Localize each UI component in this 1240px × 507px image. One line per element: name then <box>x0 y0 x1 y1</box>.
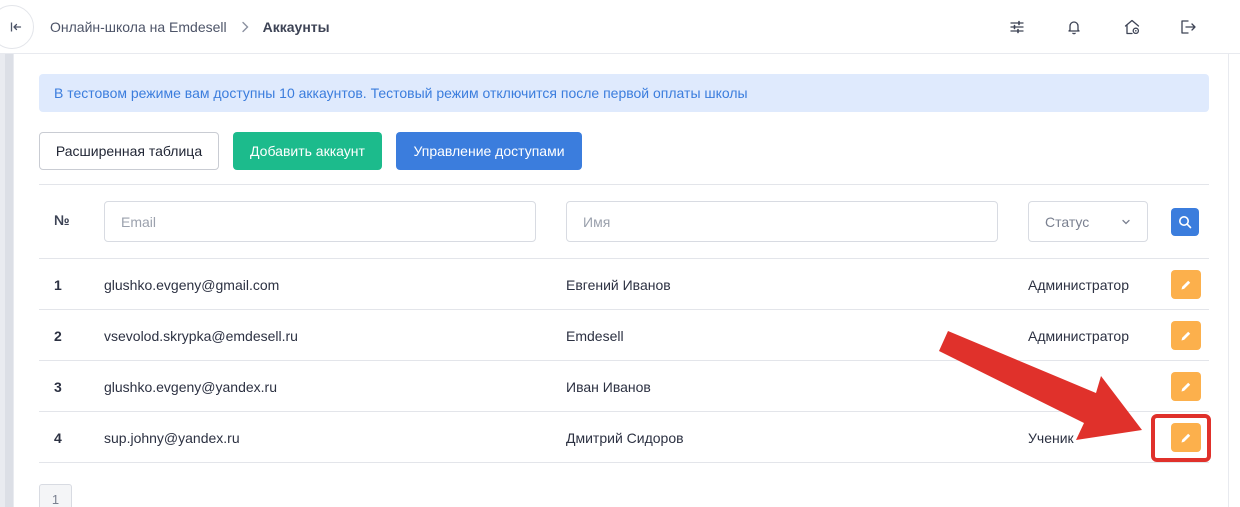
row-email: vsevolod.skrypka@emdesell.ru <box>104 328 298 344</box>
top-header: Онлайн-школа на Emdesell Аккаунты <box>0 0 1240 54</box>
logout-button[interactable] <box>1178 17 1198 37</box>
status-filter-select[interactable]: Статус <box>1028 201 1148 242</box>
column-header-number: № <box>54 212 70 228</box>
pencil-icon <box>1181 280 1191 289</box>
row-number: 2 <box>54 328 62 344</box>
table-row-divider <box>39 360 1209 361</box>
search-button[interactable] <box>1171 208 1199 236</box>
pencil-icon <box>1181 331 1191 340</box>
home-settings-icon <box>1124 19 1140 35</box>
add-account-button[interactable]: Добавить аккаунт <box>233 132 382 170</box>
page-scroll-edge <box>1228 0 1229 507</box>
breadcrumb: Онлайн-школа на Emdesell Аккаунты <box>50 0 330 54</box>
table-bottom-divider <box>39 462 1209 463</box>
row-role: Администратор <box>1028 328 1130 344</box>
collapse-sidebar-icon <box>10 22 22 32</box>
annotation-highlight-box <box>1151 414 1211 462</box>
breadcrumb-current-page: Аккаунты <box>262 19 330 35</box>
breadcrumb-school-link[interactable]: Онлайн-школа на Emdesell <box>50 19 227 35</box>
chevron-down-icon <box>1122 219 1130 225</box>
edit-account-button-3[interactable] <box>1171 372 1201 401</box>
search-icon <box>1179 216 1192 229</box>
name-filter-placeholder: Имя <box>583 213 611 230</box>
row-name: Иван Иванов <box>566 379 651 395</box>
sliders-icon <box>1010 20 1024 34</box>
table-row-divider <box>39 411 1209 412</box>
row-name: Emdesell <box>566 328 624 344</box>
school-settings-button[interactable] <box>1122 17 1142 37</box>
row-name: Евгений Иванов <box>566 277 671 293</box>
chevron-right-icon <box>241 21 249 33</box>
row-email: sup.johny@yandex.ru <box>104 430 240 446</box>
row-email: glushko.evgeny@yandex.ru <box>104 379 277 395</box>
alert-text: В тестовом режиме вам доступны 10 аккаун… <box>54 85 748 101</box>
sidebar-scrollbar[interactable] <box>5 54 13 507</box>
row-role: Ученик <box>1028 430 1074 446</box>
status-filter-value: Статус <box>1045 213 1090 230</box>
email-filter-placeholder: Email <box>121 213 157 230</box>
pagination-page-button[interactable]: 1 <box>39 484 72 507</box>
row-name: Дмитрий Сидоров <box>566 430 684 446</box>
row-number: 4 <box>54 430 62 446</box>
email-filter-input[interactable]: Email <box>104 201 536 242</box>
pencil-icon <box>1181 382 1191 391</box>
row-role: Администратор <box>1028 277 1130 293</box>
manage-access-button[interactable]: Управление доступами <box>396 132 582 170</box>
edit-account-button-2[interactable] <box>1171 321 1201 350</box>
extended-table-button[interactable]: Расширенная таблица <box>39 132 219 170</box>
edit-account-button-1[interactable] <box>1171 270 1201 299</box>
row-email: glushko.evgeny@gmail.com <box>104 277 280 293</box>
app-frame: Онлайн-школа на Emdesell Аккаунты В тест… <box>0 0 1240 507</box>
logout-icon <box>1181 20 1196 34</box>
notifications-button[interactable] <box>1064 17 1084 37</box>
test-mode-alert: В тестовом режиме вам доступны 10 аккаун… <box>39 74 1209 112</box>
collapse-sidebar-button[interactable] <box>0 5 34 49</box>
table-top-divider <box>39 184 1209 185</box>
row-number: 3 <box>54 379 62 395</box>
bell-icon <box>1068 21 1080 35</box>
table-header-divider <box>39 258 1209 259</box>
table-row-divider <box>39 309 1209 310</box>
pagination-page-number: 1 <box>51 492 60 507</box>
row-number: 1 <box>54 277 62 293</box>
row-role: Автор <box>1028 379 1067 395</box>
name-filter-input[interactable]: Имя <box>566 201 998 242</box>
filter-settings-button[interactable] <box>1007 17 1027 37</box>
